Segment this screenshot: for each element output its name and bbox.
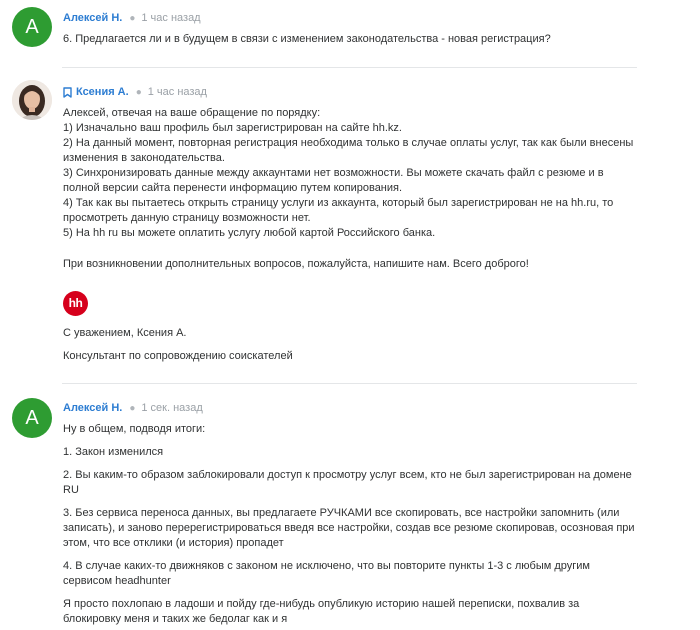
user-photo-icon	[12, 80, 52, 120]
bookmark-icon	[63, 86, 72, 98]
comment-body: 6. Предлагается ли и в будущем в связи с…	[63, 32, 638, 47]
avatar[interactable]: А	[12, 398, 52, 438]
reply-line: 4) Так как вы пытаетесь открыть страницу…	[63, 197, 614, 224]
avatar-letter: А	[25, 406, 39, 429]
paragraph: 4. В случае каких-то движняков с законом…	[63, 560, 590, 587]
comment-body: Ну в общем, подводя итоги: 1. Закон изме…	[63, 422, 638, 627]
hh-logo: hh	[63, 291, 88, 316]
comment-time: 1 час назад	[141, 12, 201, 24]
divider	[62, 67, 637, 68]
avatar[interactable]	[12, 80, 52, 120]
separator-dot: ●	[135, 86, 142, 98]
comment-time: 1 сек. назад	[141, 402, 203, 414]
logo-text: hh	[68, 296, 83, 310]
closing-text: При возникновении дополнительных вопросо…	[63, 258, 529, 270]
author-name[interactable]: Ксения А.	[76, 86, 129, 98]
paragraph: Ну в общем, подводя итоги:	[63, 423, 206, 435]
reply-line: Алексей, отвечая на ваше обращение по по…	[63, 107, 321, 119]
paragraph: 1. Закон изменился	[63, 446, 164, 458]
separator-dot: ●	[129, 402, 136, 414]
reply-line: 1) Изначально ваш профиль был зарегистри…	[63, 122, 402, 134]
comment-text: 6. Предлагается ли и в будущем в связи с…	[63, 33, 551, 45]
avatar-letter: А	[25, 15, 39, 38]
comment-body: Алексей, отвечая на ваше обращение по по…	[63, 106, 638, 364]
divider	[62, 383, 637, 384]
reply-line: 2) На данный момент, повторная регистрац…	[63, 137, 634, 164]
comment-meta: Алексей Н. ● 1 сек. назад	[63, 402, 203, 414]
reply-line: 3) Синхронизировать данные между аккаунт…	[63, 167, 604, 194]
avatar[interactable]: А	[12, 7, 52, 47]
comment-time: 1 час назад	[147, 86, 207, 98]
comment-meta: Алексей Н. ● 1 час назад	[63, 12, 201, 24]
comment-meta: Ксения А. ● 1 час назад	[63, 86, 207, 98]
paragraph: Я просто похлопаю в ладоши и пойду где-н…	[63, 598, 580, 625]
role: Консультант по сопровождению соискателей	[63, 350, 293, 362]
paragraph: 3. Без сервиса переноса данных, вы предл…	[63, 507, 635, 549]
separator-dot: ●	[129, 12, 136, 24]
author-name[interactable]: Алексей Н.	[63, 12, 122, 24]
author-name[interactable]: Алексей Н.	[63, 402, 122, 414]
signature: С уважением, Ксения А.	[63, 327, 187, 339]
paragraph: 2. Вы каким-то образом заблокировали дос…	[63, 469, 632, 496]
reply-line: 5) На hh ru вы можете оплатить услугу лю…	[63, 227, 436, 239]
